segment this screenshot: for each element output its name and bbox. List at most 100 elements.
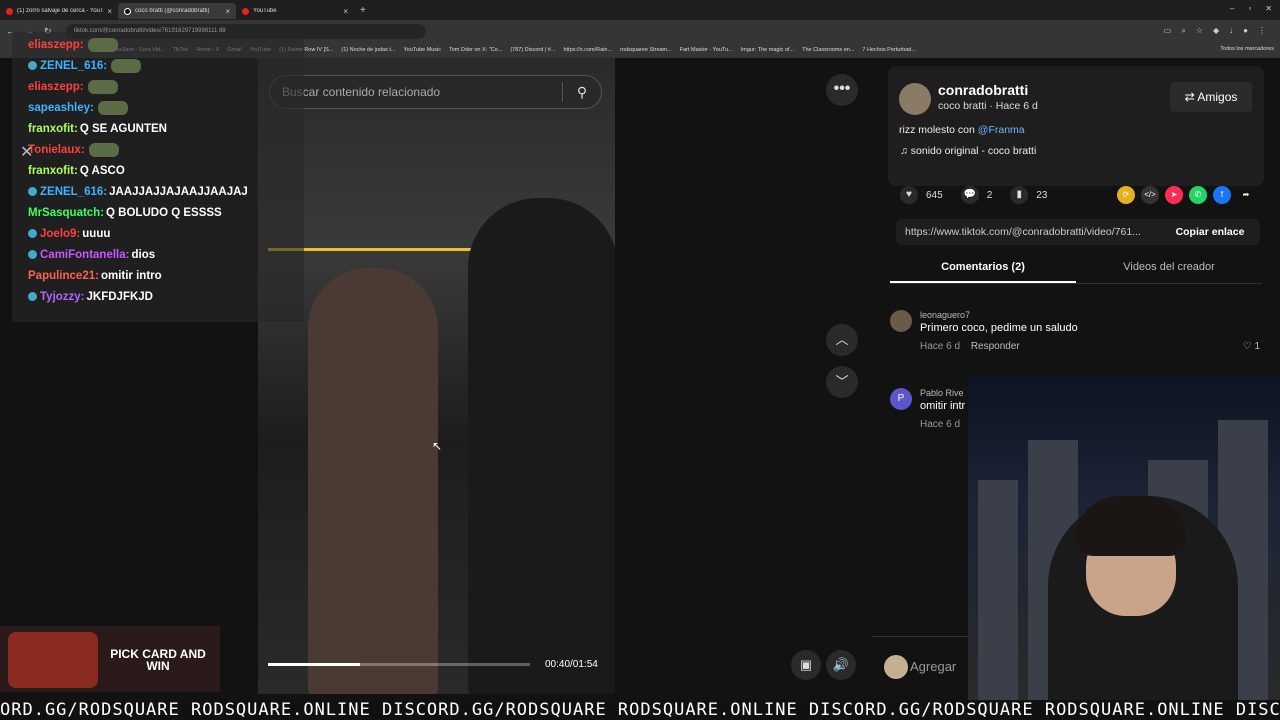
- all-bookmarks-button[interactable]: Todos los marcadores: [1220, 46, 1274, 52]
- bookmark-icon[interactable]: ▮: [1010, 186, 1029, 204]
- zoom-icon[interactable]: ⌕: [1181, 26, 1185, 36]
- bookmark-item[interactable]: The Classrooms en...: [802, 47, 854, 53]
- browser-tab-youtube[interactable]: YouTube ×: [236, 3, 354, 19]
- share-buttons: ⟳ </> ➤ ✆ f ➦: [1117, 186, 1255, 204]
- bookmark-item[interactable]: Fart Master - YouTu...: [680, 47, 733, 53]
- saves-count: 23: [1036, 189, 1048, 201]
- volume-icon[interactable]: 🔊: [826, 650, 856, 680]
- search-icon[interactable]: ⚲: [563, 84, 601, 101]
- chat-text: Q SE AGUNTEN: [79, 122, 167, 135]
- chat-text: JKFDJFKJD: [86, 290, 153, 303]
- comment-like-count: 1: [1254, 341, 1260, 352]
- comment-input[interactable]: Agregar: [910, 659, 956, 674]
- repost-icon[interactable]: ⟳: [1117, 186, 1135, 204]
- tab-label: (1) zorro salvaje de cerca - YouT: [17, 8, 104, 14]
- video-progress-bar[interactable]: [268, 663, 530, 666]
- avatar: [884, 655, 908, 679]
- stream-chat-overlay: eliaszepp: ZENEL_616: eliaszepp: sapeashley…: [12, 32, 304, 322]
- video-time: 00:40/01:54: [545, 659, 598, 670]
- cast-icon[interactable]: ▭: [1164, 26, 1172, 36]
- chat-username: ZENEL_616:: [40, 59, 108, 72]
- avatar[interactable]: P: [890, 388, 912, 410]
- copy-link-box: https://www.tiktok.com/@conradobratti/vi…: [896, 219, 1260, 245]
- reply-button[interactable]: Responder: [971, 341, 1020, 352]
- next-video-button[interactable]: ﹀: [826, 366, 858, 398]
- comment-text: omitir intr: [920, 400, 966, 412]
- chat-message: ZENEL_616: JAAJJAJJAJAAJJAAJAJ: [28, 181, 304, 202]
- sound-label: sonido original - coco bratti: [910, 145, 1037, 157]
- likes-count: 645: [926, 189, 943, 201]
- floating-player-button[interactable]: ▣: [791, 650, 821, 680]
- extension-icons: ▭ ⌕ ☆ ◆ ↓ ● ⋮: [1164, 26, 1266, 36]
- tiktok-icon: [124, 7, 131, 15]
- tab-creator-videos[interactable]: Videos del creador: [1076, 258, 1262, 283]
- sound-link[interactable]: ♫ sonido original - coco bratti: [900, 145, 1036, 157]
- avatar[interactable]: [890, 310, 912, 332]
- search-input[interactable]: Buscar contenido relacionado: [270, 85, 562, 99]
- profile-icon[interactable]: ●: [1243, 26, 1248, 36]
- previous-video-button[interactable]: ︿: [826, 324, 858, 356]
- browser-tab-youtube-video[interactable]: (1) zorro salvaje de cerca - YouT ×: [0, 3, 118, 19]
- badge-icon: [28, 229, 37, 238]
- emote-icon: [88, 142, 119, 157]
- comment-user[interactable]: leonaguero7: [920, 310, 970, 320]
- share-arrow-icon[interactable]: ➦: [1237, 186, 1255, 204]
- extensions-icon[interactable]: ◆: [1213, 26, 1219, 36]
- emote-icon: [111, 58, 142, 73]
- bookmark-item[interactable]: (1) Noche de jodas t...: [341, 47, 395, 53]
- mention-link[interactable]: @Franma: [978, 124, 1025, 136]
- chat-username: franxofit:: [28, 164, 78, 177]
- promo-text: PICK CARD AND WIN: [110, 647, 206, 673]
- promo-character-image: [8, 632, 98, 688]
- video-url[interactable]: https://www.tiktok.com/@conradobratti/vi…: [896, 226, 1160, 238]
- chat-username: ZENEL_616:: [40, 185, 108, 198]
- bookmark-item[interactable]: YouTube Music: [403, 47, 441, 53]
- comment-user[interactable]: Pablo Rive: [920, 388, 964, 398]
- maximize-icon[interactable]: ▫: [1248, 4, 1251, 13]
- streamer-hair: [1076, 496, 1186, 556]
- bookmark-star-icon[interactable]: ☆: [1196, 26, 1203, 36]
- bookmark-item[interactable]: rodsquaree Stream...: [620, 47, 672, 53]
- video-player[interactable]: [258, 58, 615, 694]
- browser-tab-tiktok[interactable]: coco bratti (@conradobratti) ×: [118, 3, 236, 19]
- close-window-icon[interactable]: ✕: [1265, 4, 1272, 13]
- chat-message: Joelo9: uuuu: [28, 223, 304, 244]
- close-icon[interactable]: ×: [343, 7, 348, 16]
- menu-icon[interactable]: ⋮: [1258, 26, 1266, 36]
- more-options-button[interactable]: •••: [826, 74, 858, 106]
- download-icon[interactable]: ↓: [1229, 26, 1233, 36]
- bookmark-item[interactable]: https://x.com/Rain...: [563, 47, 612, 53]
- minimize-icon[interactable]: –: [1230, 4, 1234, 13]
- creator-name[interactable]: conradobratti: [938, 82, 1028, 98]
- chat-username: CamiFontanella:: [40, 248, 130, 261]
- comment-icon[interactable]: 💬: [960, 186, 979, 204]
- chat-username: eliaszepp:: [28, 80, 84, 93]
- embed-icon[interactable]: </>: [1141, 186, 1159, 204]
- related-search[interactable]: Buscar contenido relacionado ⚲: [269, 75, 602, 109]
- chat-text: omitir intro: [100, 269, 162, 282]
- badge-icon: [28, 61, 37, 70]
- chat-username: franxofit:: [28, 122, 78, 135]
- facebook-icon[interactable]: f: [1213, 186, 1231, 204]
- avatar[interactable]: [899, 83, 931, 115]
- chat-text: Q ASCO: [79, 164, 125, 177]
- bookmark-item[interactable]: Tom Dder on X: "Co...: [449, 47, 502, 53]
- bookmark-item[interactable]: (787) Discord | #...: [510, 47, 555, 53]
- chat-message: Tonielaux:: [28, 139, 304, 160]
- close-icon[interactable]: ×: [107, 7, 112, 16]
- close-icon[interactable]: ✕: [20, 142, 33, 162]
- send-icon[interactable]: ➤: [1165, 186, 1183, 204]
- tab-comments[interactable]: Comentarios (2): [890, 258, 1076, 283]
- comment-likes[interactable]: ♡ 1: [1243, 341, 1260, 352]
- bookmark-item[interactable]: 7 Hechos Perturbad...: [862, 47, 916, 53]
- chat-message: sapeashley:: [28, 97, 304, 118]
- friends-button[interactable]: ⇄ Amigos: [1170, 82, 1252, 112]
- youtube-icon: [242, 7, 249, 15]
- copy-link-button[interactable]: Copiar enlace: [1160, 226, 1260, 238]
- new-tab-button[interactable]: +: [360, 5, 366, 16]
- close-icon[interactable]: ×: [225, 7, 230, 16]
- whatsapp-icon[interactable]: ✆: [1189, 186, 1207, 204]
- bookmark-item[interactable]: Imgur: The magic of...: [741, 47, 794, 53]
- heart-icon[interactable]: ♥: [900, 186, 918, 204]
- chat-username: Papulince21:: [28, 269, 99, 282]
